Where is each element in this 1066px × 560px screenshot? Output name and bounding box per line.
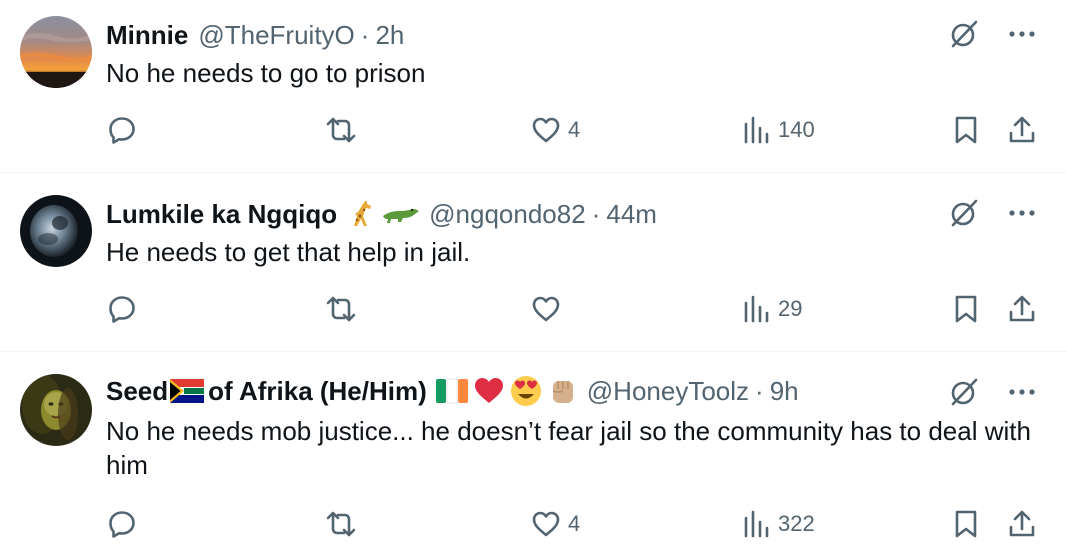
bookmark-button[interactable]	[952, 114, 980, 146]
grok-icon[interactable]	[948, 197, 980, 229]
avatar[interactable]	[20, 374, 92, 446]
views-button[interactable]: 140	[742, 114, 815, 146]
view-count: 140	[778, 117, 815, 142]
giraffe-icon	[345, 198, 377, 230]
reply-icon	[109, 296, 135, 323]
more-options-icon[interactable]	[1006, 376, 1038, 408]
share-icon	[1009, 295, 1035, 322]
heart-icon	[532, 296, 560, 322]
user-handle[interactable]: @HoneyToolz	[587, 374, 749, 408]
separator-dot: ·	[360, 20, 370, 50]
share-button[interactable]	[1006, 293, 1038, 325]
action-bar: 4 322	[106, 506, 1038, 546]
action-bar: 4 140	[106, 112, 1038, 152]
heart-eyes-face-icon	[509, 374, 543, 408]
tweet-header: Seed of Afrika (He/Him) @HoneyToolz · 9h	[106, 374, 976, 408]
more-options-icon[interactable]	[1006, 197, 1038, 229]
raised-fist-icon	[547, 375, 579, 407]
heart-icon	[532, 117, 560, 143]
separator-dot: ·	[755, 376, 764, 406]
crocodile-icon	[381, 198, 421, 230]
bookmark-button[interactable]	[952, 508, 980, 540]
repost-button[interactable]	[324, 114, 358, 146]
bookmark-button[interactable]	[952, 293, 980, 325]
like-count: 4	[568, 511, 581, 536]
display-name[interactable]: Lumkile ka Ngqiqo	[106, 197, 337, 231]
timestamp[interactable]: 9h	[770, 374, 799, 408]
tweet-top-icons	[948, 197, 1038, 229]
xray-avatar-image	[20, 195, 92, 267]
more-options-icon[interactable]	[1006, 18, 1038, 50]
view-count: 29	[778, 296, 803, 321]
tweet-top-icons	[948, 18, 1038, 50]
share-icon	[1009, 510, 1035, 537]
bookmark-icon	[955, 116, 977, 144]
sunset-avatar-image	[20, 16, 92, 88]
share-button[interactable]	[1006, 114, 1038, 146]
user-handle[interactable]: @TheFruityO	[198, 18, 354, 52]
portrait-avatar-image	[20, 374, 92, 446]
south-africa-flag-icon	[170, 379, 205, 403]
view-count: 322	[778, 511, 815, 536]
repost-icon	[326, 117, 356, 143]
reply-button[interactable]	[106, 114, 138, 146]
reply-icon	[109, 117, 135, 144]
repost-icon	[326, 511, 356, 537]
tweet-header: Minnie @TheFruityO · 2h	[106, 18, 976, 52]
reply-button[interactable]	[106, 293, 138, 325]
action-bar: 29	[106, 291, 1038, 331]
share-button[interactable]	[1006, 508, 1038, 540]
reply-feed: Minnie @TheFruityO · 2h No he needs to g…	[0, 0, 1066, 560]
views-icon	[744, 510, 769, 538]
repost-button[interactable]	[324, 293, 358, 325]
tweet-text: He needs to get that help in jail.	[106, 237, 471, 267]
timestamp[interactable]: 2h	[375, 18, 404, 52]
reply-tweet[interactable]: Minnie @TheFruityO · 2h No he needs to g…	[0, 0, 1066, 172]
repost-button[interactable]	[324, 508, 358, 540]
views-button[interactable]: 29	[742, 293, 802, 325]
heart-icon	[532, 511, 560, 537]
reply-tweet[interactable]: Seed of Afrika (He/Him) @HoneyToolz · 9h…	[0, 352, 1066, 560]
like-button[interactable]	[530, 293, 568, 325]
tweet-top-icons	[948, 376, 1038, 408]
tweet-header: Lumkile ka Ngqiqo @ngqondo82 · 44m	[106, 197, 976, 231]
like-count: 4	[568, 117, 581, 142]
ireland-flag-icon	[435, 378, 469, 404]
reply-button[interactable]	[106, 508, 138, 540]
red-heart-icon	[473, 375, 505, 407]
timestamp[interactable]: 44m	[606, 197, 657, 231]
reply-icon	[109, 511, 135, 538]
avatar[interactable]	[20, 195, 92, 267]
like-button[interactable]: 4	[530, 114, 580, 146]
grok-icon[interactable]	[948, 376, 980, 408]
display-name-part2[interactable]: of Afrika (He/Him)	[208, 374, 427, 408]
share-icon	[1009, 116, 1035, 143]
display-name-part1[interactable]: Seed	[106, 374, 168, 408]
display-name[interactable]: Minnie	[106, 18, 188, 52]
views-icon	[744, 295, 769, 323]
tweet-text: No he needs mob justice... he doesn’t fe…	[106, 416, 1031, 480]
reply-tweet[interactable]: Lumkile ka Ngqiqo @ngqondo82 · 44m He ne…	[0, 173, 1066, 351]
bookmark-icon	[955, 510, 977, 538]
views-button[interactable]: 322	[742, 508, 815, 540]
like-button[interactable]: 4	[530, 508, 580, 540]
views-icon	[744, 116, 769, 144]
separator-dot: ·	[591, 199, 601, 229]
bookmark-icon	[955, 295, 977, 323]
user-handle[interactable]: @ngqondo82	[429, 197, 586, 231]
repost-icon	[326, 296, 356, 322]
grok-icon[interactable]	[948, 18, 980, 50]
avatar[interactable]	[20, 16, 92, 88]
tweet-text: No he needs to go to prison	[106, 58, 426, 88]
